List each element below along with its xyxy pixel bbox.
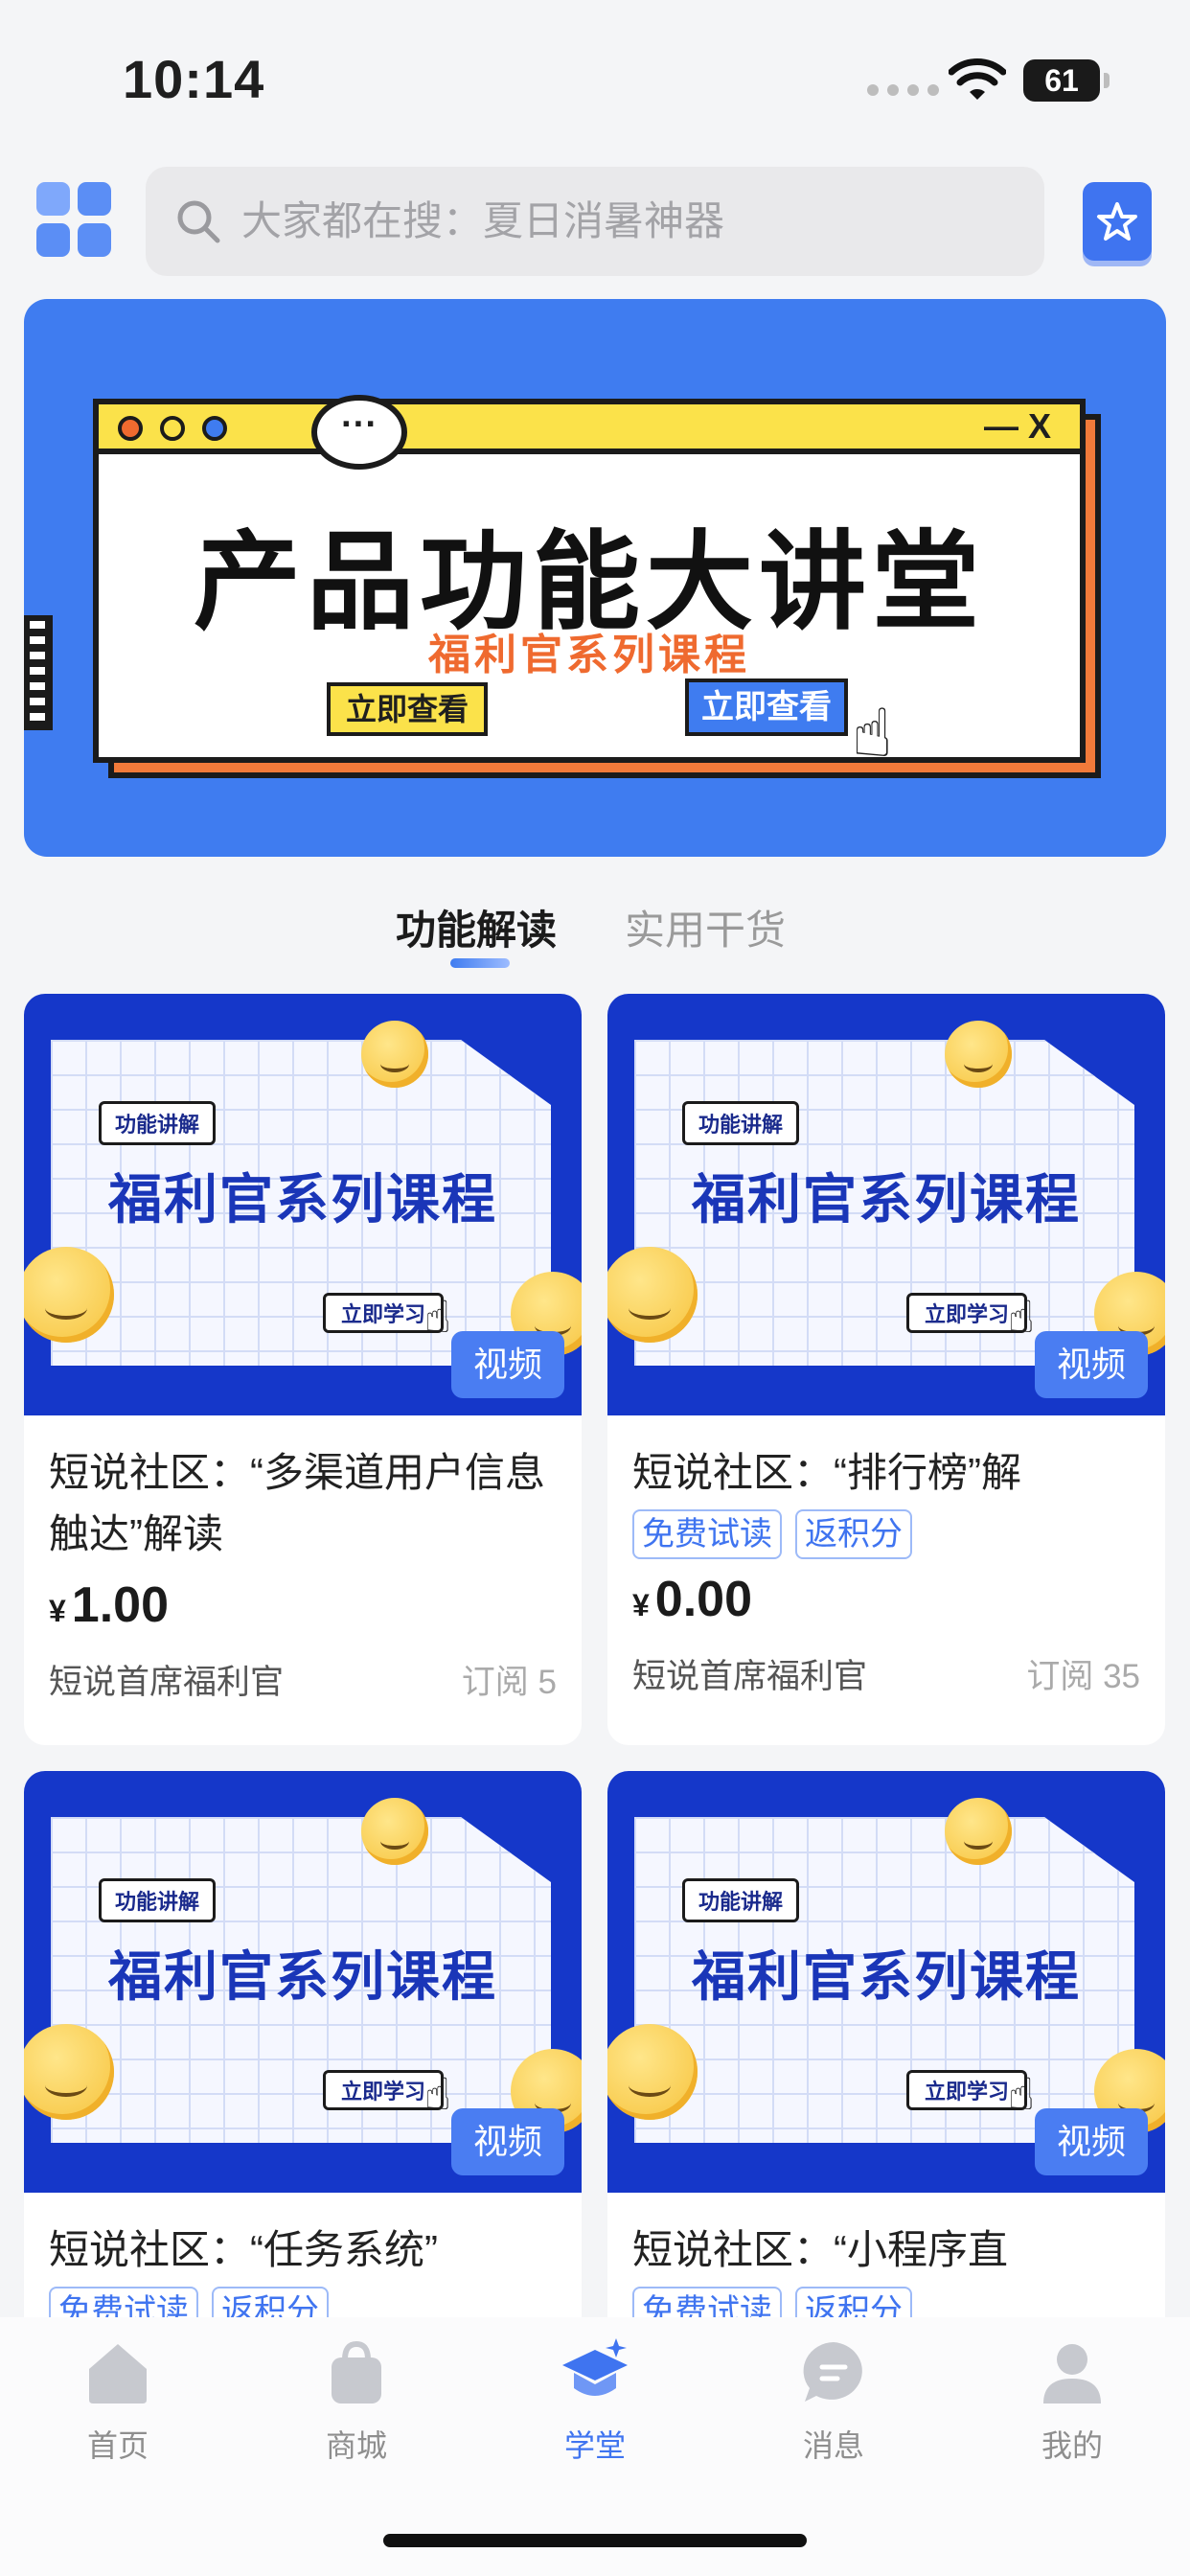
chat-bubble-icon — [803, 2342, 862, 2402]
category-tabs: 功能解读 实用干货 — [0, 886, 1190, 982]
banner-view-button-right: 立即查看 — [685, 678, 848, 736]
course-card[interactable]: 功能讲解 福利官系列课程 立即学习 ☝ 视频 短说社区：“多渠道用户信息触达”解… — [24, 994, 582, 1745]
pointer-hand-icon: ☝ — [1008, 2069, 1036, 2119]
nav-item-mall[interactable]: 商城 — [285, 2336, 428, 2466]
star-icon — [1097, 202, 1137, 241]
course-price: ¥0.00 — [632, 1572, 753, 1627]
pointer-hand-icon: ☝ — [424, 1292, 452, 1342]
course-title: 短说社区：“多渠道用户信息触达”解读 — [49, 1450, 545, 1556]
search-bar[interactable] — [146, 167, 1044, 276]
smiley-icon — [945, 1798, 1012, 1865]
course-card[interactable]: 功能讲解 福利官系列课程 立即学习 ☝ 视频 短说社区：“排行榜”解 免费试读 … — [607, 994, 1165, 1745]
subscriber-count: 订阅 35 — [1026, 1658, 1140, 1695]
course-title: 短说社区：“排行榜”解 — [632, 1450, 1021, 1495]
pointer-hand-icon: ☝ — [852, 696, 893, 770]
promo-banner[interactable]: — X ··· 产品功能大讲堂 福利官系列课程 立即查看 立即查看 ☝ — [24, 299, 1166, 857]
course-card[interactable]: 功能讲解 福利官系列课程 立即学习 ☝ 视频 短说社区：“小程序直 免费试读 返… — [607, 1771, 1165, 2346]
graduation-cap-icon — [562, 2338, 628, 2396]
nav-item-profile[interactable]: 我的 — [1000, 2336, 1144, 2466]
pointer-hand-icon: ☝ — [424, 2069, 452, 2119]
wifi-icon — [949, 58, 1006, 100]
video-badge: 视频 — [1035, 2108, 1148, 2175]
points-tag: 返积分 — [795, 1509, 912, 1559]
thumbnail-title: 福利官系列课程 — [108, 1946, 497, 2007]
nav-item-academy[interactable]: 学堂 — [523, 2336, 667, 2466]
battery-level: 61 — [1044, 62, 1079, 98]
search-icon — [177, 200, 220, 243]
thumbnail-title: 福利官系列课程 — [692, 1169, 1081, 1230]
course-author: 短说首席福利官 — [632, 1658, 868, 1695]
grid-apps-icon[interactable] — [36, 182, 111, 257]
smiley-icon — [361, 1021, 428, 1088]
search-input[interactable] — [241, 198, 989, 244]
shopping-bag-icon — [332, 2340, 381, 2404]
subscriber-count: 订阅 5 — [461, 1664, 557, 1701]
banner-decoration — [24, 615, 53, 730]
thumbnail-title: 福利官系列课程 — [692, 1946, 1081, 2007]
user-icon — [1043, 2344, 1101, 2404]
course-thumbnail: 功能讲解 福利官系列课程 立即学习 ☝ 视频 — [24, 1771, 582, 2193]
course-card[interactable]: 功能讲解 福利官系列课程 立即学习 ☝ 视频 短说社区：“任务系统” 免费试读 … — [24, 1771, 582, 2346]
video-badge: 视频 — [451, 2108, 564, 2175]
chat-bubble-decoration: ··· — [311, 395, 407, 470]
home-indicator[interactable] — [383, 2534, 807, 2547]
course-thumbnail: 功能讲解 福利官系列课程 立即学习 ☝ 视频 — [24, 994, 582, 1415]
banner-subtitle: 福利官系列课程 — [428, 632, 750, 678]
window-controls: — X — [983, 406, 1051, 446]
tab-practical-tips[interactable]: 实用干货 — [625, 898, 786, 956]
course-thumbnail: 功能讲解 福利官系列课程 立即学习 ☝ 视频 — [607, 1771, 1165, 2193]
tab-feature-guide[interactable]: 功能解读 — [396, 898, 557, 956]
app-screen: 10:14 61 — X ·· — [0, 0, 1190, 2576]
course-title: 短说社区：“小程序直 — [632, 2227, 1008, 2272]
pointer-hand-icon: ☝ — [1008, 1292, 1036, 1342]
course-author: 短说首席福利官 — [49, 1664, 285, 1701]
video-badge: 视频 — [451, 1331, 564, 1398]
video-badge: 视频 — [1035, 1331, 1148, 1398]
nav-item-home[interactable]: 首页 — [46, 2336, 190, 2466]
free-trial-tag: 免费试读 — [632, 1509, 782, 1559]
status-time: 10:14 — [123, 49, 265, 109]
home-icon — [89, 2344, 147, 2404]
favorites-button[interactable] — [1083, 182, 1152, 261]
banner-view-button-left: 立即查看 — [327, 682, 488, 736]
smiley-icon — [945, 1021, 1012, 1088]
status-bar: 10:14 61 — [0, 0, 1190, 153]
course-thumbnail: 功能讲解 福利官系列课程 立即学习 ☝ 视频 — [607, 994, 1165, 1415]
banner-window: — X ··· 产品功能大讲堂 福利官系列课程 立即查看 立即查看 ☝ — [93, 395, 1086, 770]
smiley-icon — [361, 1798, 428, 1865]
thumbnail-title: 福利官系列课程 — [108, 1169, 497, 1230]
signal-icon — [867, 84, 939, 96]
battery-icon: 61 — [1023, 59, 1110, 102]
tab-indicator — [450, 958, 510, 968]
course-title: 短说社区：“任务系统” — [49, 2227, 438, 2272]
nav-item-messages[interactable]: 消息 — [762, 2336, 905, 2466]
course-price: ¥1.00 — [49, 1577, 170, 1633]
